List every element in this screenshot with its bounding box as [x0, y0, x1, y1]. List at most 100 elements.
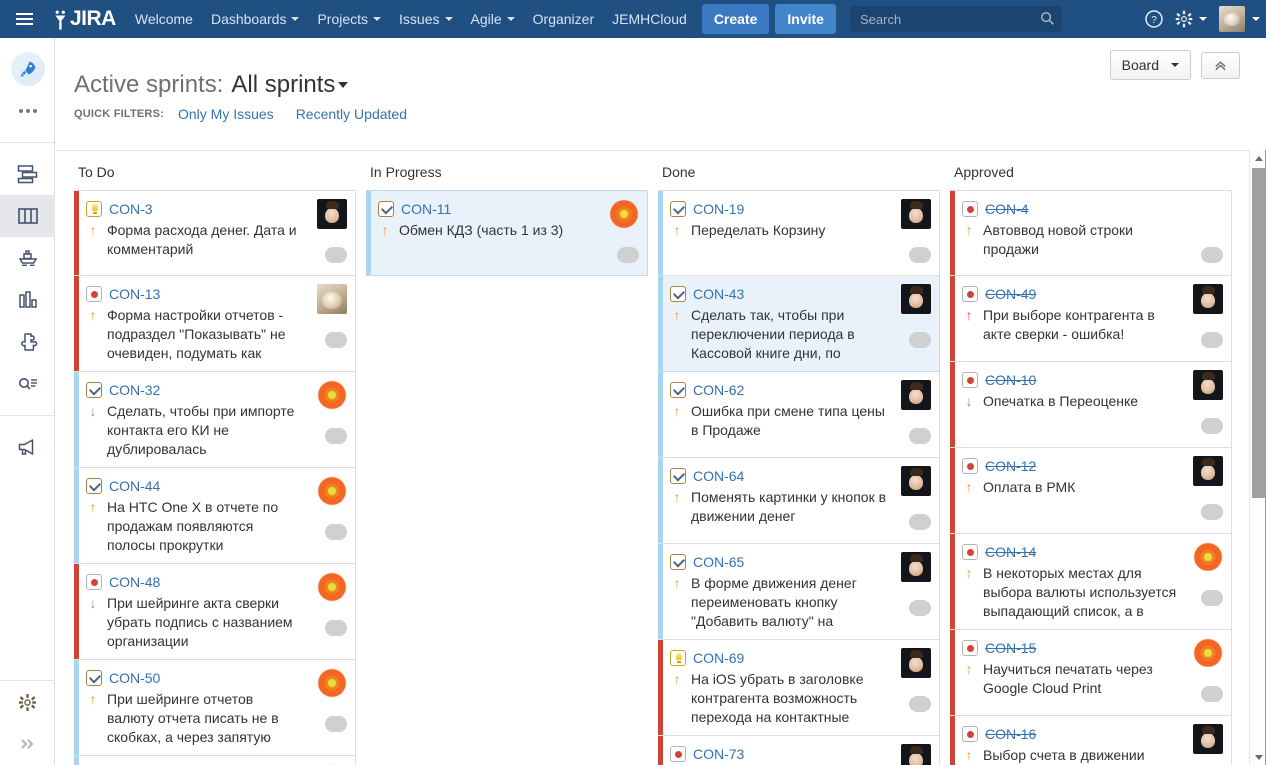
nav-item-welcome[interactable]: Welcome — [126, 0, 202, 38]
sidebar-project-avatar[interactable] — [0, 48, 55, 90]
issue-key-link[interactable]: CON-10 — [985, 372, 1036, 388]
issue-key-link[interactable]: CON-43 — [693, 286, 744, 302]
issue-key-link[interactable]: CON-48 — [109, 574, 160, 590]
issue-key-link[interactable]: CON-69 — [693, 650, 744, 666]
sprint-selector-label[interactable]: All sprints — [231, 71, 335, 98]
sidebar-item-active-sprints[interactable] — [0, 195, 55, 237]
issue-card[interactable]: CON-73↑После продажи розничному — [658, 736, 940, 765]
assignee-avatar[interactable] — [1193, 638, 1223, 668]
issue-key-link[interactable]: CON-4 — [985, 201, 1029, 217]
search-input[interactable] — [849, 6, 1062, 32]
assignee-avatar[interactable] — [901, 466, 931, 496]
board-scroll-area[interactable]: To Do CON-3 ↑ Форма расхода денег. Дата и к… — [56, 151, 1248, 765]
hamburger-icon[interactable] — [4, 0, 44, 38]
sidebar-item-addons[interactable] — [0, 321, 55, 363]
assignee-avatar[interactable] — [1193, 370, 1223, 400]
issue-key-link[interactable]: CON-62 — [693, 382, 744, 398]
assignee-avatar[interactable] — [317, 199, 347, 229]
board-vertical-scrollbar[interactable] — [1249, 150, 1266, 765]
scroll-up-button[interactable] — [1250, 150, 1266, 166]
issue-key-link[interactable]: CON-32 — [109, 382, 160, 398]
issue-card[interactable]: CON-11 ↑ Обмен КДЗ (часть 1 из 3) — [366, 190, 648, 276]
issue-card[interactable]: CON-10 ↓ Опечатка в Переоценке — [950, 362, 1232, 448]
issue-card[interactable]: CON-64 ↑ Поменять картинки у кнопок в движ… — [658, 458, 940, 544]
scroll-down-button[interactable] — [1250, 749, 1266, 765]
sidebar-item-backlog[interactable] — [0, 153, 55, 195]
assignee-avatar[interactable] — [317, 476, 347, 506]
issue-card[interactable]: CON-16 ↑ Выбор счета в движении — [950, 716, 1232, 765]
board-menu-button[interactable]: Board — [1109, 50, 1191, 80]
issue-key-link[interactable]: CON-14 — [985, 544, 1036, 560]
jira-logo[interactable]: JIRA — [52, 7, 116, 31]
assignee-avatar[interactable] — [317, 668, 347, 698]
issue-key-link[interactable]: CON-12 — [985, 458, 1036, 474]
issue-card[interactable]: CON-12 ↑ Оплата в РМК — [950, 448, 1232, 534]
create-button[interactable]: Create — [701, 4, 770, 34]
issue-card[interactable]: CON-43 ↑ Сделать так, чтобы при переключен… — [658, 276, 940, 372]
issue-key-link[interactable]: CON-50 — [109, 670, 160, 686]
scrollbar-thumb[interactable] — [1252, 168, 1265, 498]
issue-card[interactable]: CON-48 ↓ При шейринге акта сверки убрать п… — [74, 564, 356, 660]
issue-card[interactable]: CON-50 ↑ При шейринге отчетов валюту отчет… — [74, 660, 356, 756]
quick-filter-recently-updated[interactable]: Recently Updated — [296, 106, 407, 122]
assignee-avatar[interactable] — [901, 648, 931, 678]
issue-card[interactable]: CON-13 ↑ Форма настройки отчетов - подразд… — [74, 276, 356, 372]
quick-filter-only-my-issues[interactable]: Only My Issues — [178, 106, 274, 122]
issue-key-link[interactable]: CON-15 — [985, 640, 1036, 656]
nav-item-issues[interactable]: Issues — [390, 0, 461, 38]
issue-card[interactable]: CON-44 ↑ На HTC One X в отчете по продажам… — [74, 468, 356, 564]
assignee-avatar[interactable] — [901, 380, 931, 410]
issue-card[interactable]: CON-49 ↑ При выборе контрагента в акте све… — [950, 276, 1232, 362]
sidebar-item-issues[interactable] — [0, 363, 55, 405]
chevron-down-icon[interactable] — [338, 82, 349, 89]
assignee-avatar[interactable] — [609, 199, 639, 229]
sidebar-expand-button[interactable] — [0, 723, 55, 765]
issue-key-link[interactable]: CON-73 — [693, 746, 744, 762]
issue-key-link[interactable]: CON-49 — [985, 286, 1036, 302]
issue-card[interactable]: CON-4 ↑ Автоввод новой строки продажи — [950, 190, 1232, 276]
issue-card[interactable]: CON-14 ↑ В некоторых местах для выбора вал… — [950, 534, 1232, 630]
issue-card[interactable]: CON-3 ↑ Форма расхода денег. Дата и коммен… — [74, 190, 356, 276]
assignee-avatar[interactable] — [901, 284, 931, 314]
issue-card[interactable]: CON-52↑Переименовать Расход — [74, 756, 356, 765]
assignee-avatar[interactable] — [1193, 456, 1223, 486]
issue-card[interactable]: CON-62 ↑ Ошибка при смене типа цены в Прод… — [658, 372, 940, 458]
issue-key-link[interactable]: CON-16 — [985, 726, 1036, 742]
assignee-avatar[interactable] — [317, 284, 347, 314]
issue-card[interactable]: CON-32 ↓ Сделать, чтобы при импорте контак… — [74, 372, 356, 468]
issue-key-link[interactable]: CON-19 — [693, 201, 744, 217]
assignee-avatar[interactable] — [1193, 724, 1223, 754]
invite-button[interactable]: Invite — [775, 4, 836, 34]
assignee-avatar[interactable] — [317, 572, 347, 602]
sidebar-more-icon[interactable] — [0, 90, 55, 132]
assignee-avatar[interactable] — [901, 199, 931, 229]
assignee-avatar[interactable] — [901, 552, 931, 582]
nav-item-agile[interactable]: Agile — [462, 0, 524, 38]
assignee-avatar[interactable] — [1193, 284, 1223, 314]
nav-item-dashboards[interactable]: Dashboards — [202, 0, 309, 38]
issue-key-link[interactable]: CON-64 — [693, 468, 744, 484]
issue-card[interactable]: CON-15 ↑ Научиться печатать через Google C… — [950, 630, 1232, 716]
issue-key-link[interactable]: CON-65 — [693, 554, 744, 570]
issue-card[interactable]: CON-65 ↑ В форме движения денег переименов… — [658, 544, 940, 640]
issue-card[interactable]: CON-69 ↑ На iOS убрать в заголовке контраг… — [658, 640, 940, 736]
nav-item-jemhcloud[interactable]: JEMHCloud — [603, 0, 696, 38]
issue-key-link[interactable]: CON-3 — [109, 201, 153, 217]
issue-card[interactable]: CON-19 ↑ Переделать Корзину — [658, 190, 940, 276]
issue-key-link[interactable]: CON-13 — [109, 286, 160, 302]
collapse-header-button[interactable] — [1201, 51, 1240, 79]
assignee-avatar[interactable] — [317, 380, 347, 410]
nav-item-projects[interactable]: Projects — [308, 0, 390, 38]
sidebar-item-announcements[interactable] — [0, 426, 55, 468]
user-menu[interactable] — [1211, 6, 1260, 32]
issue-key-link[interactable]: CON-11 — [401, 201, 451, 217]
settings-menu[interactable] — [1169, 10, 1211, 28]
sidebar-settings-button[interactable] — [0, 681, 55, 723]
nav-item-organizer[interactable]: Organizer — [524, 0, 603, 38]
help-circle-icon[interactable]: ? — [1139, 0, 1169, 38]
assignee-avatar[interactable] — [1193, 542, 1223, 572]
sidebar-item-reports[interactable] — [0, 279, 55, 321]
issue-key-link[interactable]: CON-44 — [109, 478, 160, 494]
assignee-avatar[interactable] — [901, 744, 931, 765]
sidebar-item-releases[interactable] — [0, 237, 55, 279]
